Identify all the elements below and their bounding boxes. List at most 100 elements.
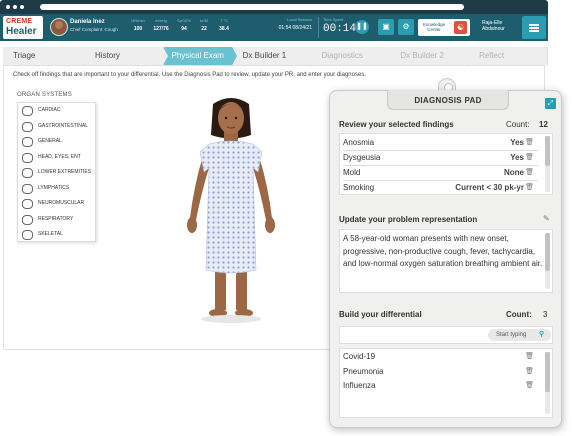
finding-row[interactable]: Smoking Current < 30 pk-yr 🗑 — [343, 181, 538, 196]
search-icon[interactable]: ⚲ — [539, 330, 544, 338]
organ-item-lymphatics[interactable]: LYMPHATICS — [18, 181, 97, 197]
finding-name: Anosmia — [343, 138, 375, 147]
trash-icon[interactable]: 🗑 — [525, 350, 534, 364]
finding-name: Smoking — [343, 183, 375, 192]
user-name[interactable]: Raja-Elle Abdalnour — [482, 20, 505, 32]
save-button[interactable]: ▣ — [378, 19, 394, 35]
finding-value: Yes — [510, 138, 524, 147]
organ-item-neuromuscular[interactable]: NEUROMUSCULAR — [18, 196, 97, 212]
organ-item-gastrointestinal[interactable]: GASTROINTESTINAL — [18, 119, 97, 135]
app-logo: CREME Healer — [3, 16, 43, 39]
knowledge-center-button[interactable]: Knowledge Center ☯ — [418, 19, 470, 36]
finding-row[interactable]: Mold None 🗑 — [343, 166, 538, 181]
patient-name: Daniela Inez — [70, 19, 105, 25]
menu-icon — [529, 24, 539, 26]
differential-scrollbar-thumb[interactable] — [545, 352, 550, 392]
window-maximize-dot[interactable] — [20, 5, 24, 9]
organ-item-cardiac[interactable]: CARDIAC — [18, 103, 97, 119]
skeleton-icon — [22, 230, 33, 240]
differential-item[interactable]: Covid-19 🗑 — [343, 350, 538, 364]
pause-icon: ❚❚ — [356, 23, 368, 30]
knowledge-center-icon: ☯ — [454, 21, 467, 34]
time-spent-label: Time Spent — [323, 17, 344, 22]
finding-row[interactable]: Anosmia Yes 🗑 — [343, 136, 538, 151]
finding-name: Mold — [343, 168, 361, 177]
patient-avatar — [50, 18, 68, 36]
expand-button[interactable]: ⤢ — [545, 98, 556, 109]
trash-icon[interactable]: 🗑 — [525, 181, 534, 195]
logo-top-text: CREME — [6, 18, 33, 25]
tab-diagnostics[interactable]: Diagnostics — [311, 47, 395, 65]
differential-title: Build your differential — [339, 310, 422, 319]
vital-spo2: SpO2% 94 — [177, 18, 191, 32]
instructions-text: Check off findings that are important to… — [13, 72, 366, 78]
trash-icon[interactable]: 🗑 — [525, 379, 534, 393]
finding-value: Current < 30 pk-yr — [455, 183, 524, 192]
trash-icon[interactable]: 🗑 — [525, 136, 534, 150]
vital-resp-rate: br/M 22 — [200, 18, 208, 32]
differential-count-label: Count: — [506, 310, 532, 319]
differential-item-label: Covid-19 — [343, 352, 376, 361]
heart-icon — [22, 106, 33, 116]
stomach-icon — [22, 121, 33, 132]
legs-icon — [22, 168, 33, 178]
finding-value: Yes — [510, 153, 524, 162]
save-icon: ▣ — [382, 22, 390, 31]
tab-dx-builder-2[interactable]: Dx Builder 2 — [390, 47, 473, 65]
differential-item-label: Pneumonia — [343, 367, 384, 376]
trash-icon[interactable]: 🗑 — [525, 166, 534, 180]
window-minimize-dot[interactable] — [13, 5, 17, 9]
findings-count-label: Count: — [506, 120, 530, 129]
tab-physical-exam[interactable]: Physical Exam — [163, 47, 237, 65]
problem-rep-text[interactable]: A 58-year-old woman presents with new on… — [343, 233, 543, 271]
workflow-tabs: Triage History Physical Exam Dx Builder … — [3, 47, 548, 65]
browser-title-bar — [0, 0, 548, 14]
lungs-icon — [22, 214, 33, 225]
finding-name: Dysgeusia — [343, 153, 381, 162]
patient-figure[interactable] — [176, 90, 286, 328]
problem-rep-title: Update your problem representation — [339, 215, 478, 224]
tab-history[interactable]: History — [85, 47, 168, 65]
organ-item-heent[interactable]: HEAD, EYES, ENT — [18, 150, 97, 166]
head-icon — [22, 152, 33, 163]
findings-count: 12 — [539, 120, 548, 129]
organ-item-general[interactable]: GENERAL — [18, 134, 97, 150]
organ-item-respiratory[interactable]: RESPIRATORY — [18, 212, 97, 228]
window-close-dot[interactable] — [6, 5, 10, 9]
tab-dx-builder-1[interactable]: Dx Builder 1 — [232, 47, 316, 65]
findings-scrollbar-thumb[interactable] — [545, 136, 550, 166]
time-spent: Time Spent 00:14 — [318, 17, 356, 38]
body-icon — [22, 137, 33, 147]
brain-icon — [22, 199, 33, 209]
session-clock-value: 01:54 08/24/21 — [278, 25, 312, 31]
logo-bottom-text: Healer — [6, 26, 37, 37]
user-last-name: Abdalnour — [482, 26, 505, 32]
organ-item-skeletal[interactable]: SKELETAL — [18, 227, 97, 243]
expand-icon: ⤢ — [547, 100, 554, 107]
finding-row[interactable]: Dysgeusia Yes 🗑 — [343, 151, 538, 166]
vital-blood-pressure: mmHg 127/76 — [153, 18, 169, 32]
trash-icon[interactable]: 🗑 — [525, 365, 534, 379]
gear-icon: ⚙ — [402, 22, 410, 31]
tab-reflect[interactable]: Reflect — [469, 47, 548, 65]
vital-temperature: T °C 38.4 — [219, 18, 229, 32]
trash-icon[interactable]: 🗑 — [525, 151, 534, 165]
patient-complaint: Chief Complaint: Cough — [70, 27, 118, 32]
differential-item[interactable]: Pneumonia 🗑 — [343, 365, 538, 379]
organ-item-lower-extremities[interactable]: LOWER EXTREMITIES — [18, 165, 97, 181]
tab-triage[interactable]: Triage — [3, 47, 89, 65]
knowledge-center-label: Knowledge Center — [422, 22, 446, 32]
pause-button[interactable]: ❚❚ — [355, 20, 369, 34]
differential-count: 3 — [543, 310, 548, 319]
findings-title: Review your selected findings — [339, 120, 454, 129]
pencil-icon[interactable]: ✎ — [543, 214, 550, 223]
differential-item-label: Influenza — [343, 381, 376, 390]
session-clock: Local Session 01:54 08/24/21 — [262, 17, 312, 38]
address-bar[interactable] — [40, 4, 464, 10]
problem-rep-scrollbar-thumb[interactable] — [545, 233, 550, 271]
organ-systems-list: CARDIAC GASTROINTESTINAL GENERAL HEAD, E… — [17, 102, 96, 242]
differential-item[interactable]: Influenza 🗑 — [343, 379, 538, 393]
settings-button[interactable]: ⚙ — [398, 19, 414, 35]
menu-button[interactable] — [522, 16, 546, 39]
vitals-strip: HR/min 100 mmHg 127/76 SpO2% 94 br/M 22 T °C… — [128, 18, 234, 37]
